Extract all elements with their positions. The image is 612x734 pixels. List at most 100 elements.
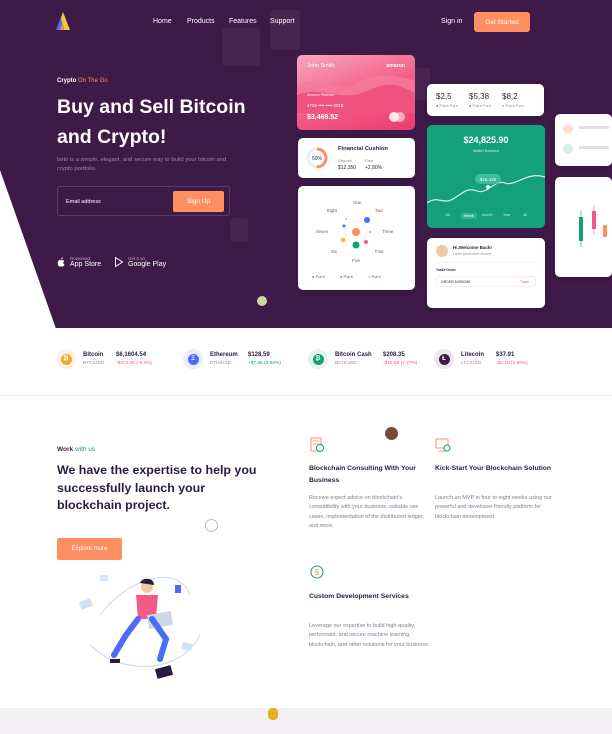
apple-icon — [57, 257, 65, 267]
litecoin-icon: Ł — [434, 349, 454, 369]
email-field[interactable]: Email address — [66, 199, 101, 205]
legend-item: ● Point — [368, 274, 381, 279]
nav-link-features[interactable]: Features — [229, 18, 257, 25]
floating-token-icon — [257, 296, 267, 306]
balance-line-chart — [427, 175, 545, 204]
hero-title: Buy and Sell Bitcoin and Crypto! — [57, 92, 287, 152]
floating-coin-icon — [205, 519, 218, 532]
work-title: We have the expertise to help you succes… — [57, 463, 257, 512]
coin-name: Ethereum — [210, 352, 238, 358]
coin-symbol: Ł — [438, 353, 450, 365]
mastercard-icon — [389, 112, 405, 122]
range-tab-active[interactable]: Week — [461, 213, 477, 219]
coin-price: $128.59 — [248, 352, 270, 358]
order-id: ORDER-54354256 — [441, 280, 471, 284]
coin-change: +$7.56 (5.92%) — [248, 361, 281, 366]
ticker-item-bitcoin-cash[interactable]: ₿ Bitcoin Cash BCH/USD $208.35 -$16.68 (… — [308, 349, 417, 369]
radial-label: Five — [352, 258, 361, 263]
price-value: $8,2 — [502, 92, 518, 101]
price-value: $2,5 — [436, 92, 452, 101]
range-tab[interactable]: Month — [482, 213, 493, 217]
coin-pair: LTC/USD — [461, 361, 482, 366]
eyebrow-text-b: On The Go — [78, 78, 108, 84]
cushion-title: Financial Cushion — [338, 146, 388, 152]
coin-name: Bitcoin Cash — [335, 352, 372, 358]
range-tab[interactable]: All — [523, 213, 527, 217]
nav-link-products[interactable]: Products — [187, 18, 215, 25]
floating-token-icon — [385, 427, 398, 440]
signup-button[interactable]: Sign Up — [173, 191, 224, 212]
mini-line — [579, 146, 609, 149]
feature-title: Blockchain Consulting With Your Business — [309, 465, 416, 484]
legend-label: Point — [315, 274, 325, 279]
ethereum-icon: Ξ — [183, 349, 203, 369]
price-points-widget: $2,5 $5,38 $8,2 ● Point Four ● Point Fou… — [427, 84, 544, 116]
divider — [436, 262, 536, 263]
financial-cushion-widget: 50% Financial Cushion Deposit Rate $12,3… — [298, 138, 415, 178]
work-eyebrow-a: Work — [57, 446, 74, 453]
radial-label: Two — [375, 208, 383, 213]
range-tab[interactable]: 1M — [445, 213, 450, 217]
email-signup-form: Email address Sign Up — [57, 186, 230, 216]
radial-label: Seven — [316, 229, 329, 234]
ticker-item-ethereum[interactable]: Ξ Ethereum ETH/USD $128.59 +$7.56 (5.92%… — [183, 349, 281, 369]
radial-label: Three — [382, 229, 394, 234]
order-status: Trade — [519, 280, 529, 284]
google-play-button[interactable]: Get it on Google Play — [115, 256, 166, 268]
feature-title: Kick-Start Your Blockchain Solution — [435, 465, 552, 472]
radial-label: Eight — [327, 208, 337, 213]
coin-symbol: Ξ — [187, 353, 199, 365]
welcome-widget: Hi,Welcome Back! Lorem ipsum dolor sit a… — [427, 238, 545, 308]
mini-icon — [563, 144, 573, 154]
nav-link-home[interactable]: Home — [153, 18, 172, 25]
signin-link[interactable]: Sign in — [441, 18, 462, 25]
hero-title-line2: and Crypto! — [57, 126, 167, 148]
price-label-text: Point Four — [472, 103, 491, 108]
order-row[interactable]: ORDER-54354256 Trade — [436, 276, 536, 287]
legend-item: ● Point — [340, 274, 353, 279]
get-started-button[interactable]: Get Started — [474, 12, 530, 32]
welcome-title: Hi,Welcome Back! — [453, 245, 492, 250]
coin-change: -$2.10 (5.60%) — [496, 361, 528, 366]
eyebrow-text-a: Crypto — [57, 78, 77, 84]
price-value: $5,38 — [469, 92, 490, 101]
coin-symbol: ₿ — [60, 353, 72, 365]
radial-label: One — [353, 200, 362, 205]
rate-label: Rate — [365, 158, 374, 163]
balance-tooltip: $16,425 — [475, 174, 501, 184]
card-brand: amazon — [386, 63, 405, 69]
feature-description: Launch an MVP in four to eight weeks usi… — [435, 495, 552, 520]
deposit-value: $12,350 — [338, 165, 357, 171]
coin-pair: ETH/USD — [210, 361, 232, 366]
price-label-text: Point Four — [505, 103, 524, 108]
bitcoin-cash-icon: ₿ — [308, 349, 328, 369]
mini-line — [579, 126, 609, 129]
price-ticker: ₿ Bitcoin BTC/USD $6,1604.54 -$474.40 (-… — [0, 340, 612, 384]
app-store-button[interactable]: Download App Store — [57, 256, 101, 268]
ticker-item-litecoin[interactable]: Ł Litecoin LTC/USD $37.91 -$2.10 (5.60%) — [434, 349, 528, 369]
welcome-subtitle: Lorem ipsum dolor sit amet — [453, 252, 492, 256]
appstore-big-label: App Store — [70, 261, 102, 268]
logo-icon[interactable] — [56, 12, 70, 30]
mini-list-widget — [555, 114, 612, 166]
decor-square — [230, 218, 248, 242]
coin-pair: BCH/USD — [335, 361, 357, 366]
hero-section: Home Products Features Support Sign in G… — [0, 0, 612, 328]
trade-section-label: Trade Order — [436, 268, 456, 272]
card-label: Amazon Platinum — [307, 93, 335, 97]
ticker-item-bitcoin[interactable]: ₿ Bitcoin BTC/USD $6,1604.54 -$474.40 (-… — [56, 349, 152, 369]
hero-eyebrow: Crypto On The Go — [57, 78, 108, 84]
coin-name: Litecoin — [461, 352, 485, 358]
feature-description: Receive expert advice on blockchain's co… — [309, 495, 424, 530]
legend-label: Point — [343, 274, 353, 279]
price-label-text: Point Four — [439, 103, 458, 108]
wallet-balance-widget: $24,825.90 Wallet Balance $16,425 1M Wee… — [427, 125, 545, 228]
coin-price: $6,1604.54 — [116, 352, 147, 358]
radial-label: Six — [331, 249, 337, 254]
coin-symbol: ₿ — [312, 353, 324, 365]
coin-name: Bitcoin — [83, 352, 104, 358]
range-tab[interactable]: Year — [503, 213, 511, 217]
google-play-icon — [115, 257, 123, 267]
radial-label: Four — [375, 249, 384, 254]
nav-link-support[interactable]: Support — [270, 18, 295, 25]
